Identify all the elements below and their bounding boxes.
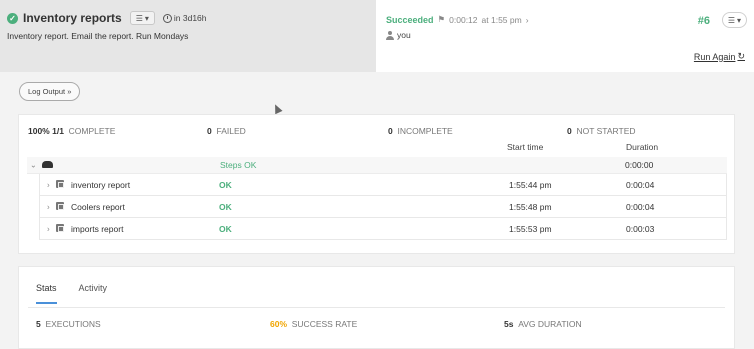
column-duration: Duration <box>626 142 659 152</box>
tab-activity[interactable]: Activity <box>79 283 108 304</box>
step-row[interactable]: › inventory report OK 1:55:44 pm 0:00:04 <box>39 174 727 196</box>
execution-status-row: Succeeded ⚑ 0:00:12 at 1:55 pm › <box>386 14 744 25</box>
clock-icon <box>162 13 172 23</box>
step-name: imports report <box>71 223 124 234</box>
not-started-value: 0 <box>567 126 572 136</box>
chevron-down-icon[interactable]: ⌄ <box>30 161 37 170</box>
log-output-button[interactable]: Log Output » <box>19 82 81 101</box>
refresh-icon: ↻ <box>737 51 745 61</box>
job-icon <box>56 179 64 190</box>
step-start-time: 1:55:48 pm <box>509 201 552 212</box>
success-rate-label: SUCCESS RATE <box>291 319 358 329</box>
node-duration: 0:00:00 <box>625 160 654 170</box>
user-icon <box>386 30 394 40</box>
node-row[interactable]: ⌄ Steps OK 0:00:00 <box>27 157 727 174</box>
job-title-row: ✓ Inventory reports ☰ ▾ in 3d16h <box>7 11 369 25</box>
job-icon <box>56 201 64 212</box>
caret-down-icon: ▾ <box>144 13 149 23</box>
stat-success-rate: 60% SUCCESS RATE <box>270 319 357 329</box>
execution-actions-menu-button[interactable]: ☰ ▾ <box>721 12 747 28</box>
execution-number[interactable]: #6 <box>698 15 710 27</box>
incomplete-label: INCOMPLETE <box>397 126 453 136</box>
execution-duration: 0:00:12 <box>449 14 478 25</box>
next-run: in 3d16h <box>162 13 207 23</box>
job-icon <box>56 223 64 234</box>
execution-steps-card: 100% 1/1 COMPLETE 0 FAILED 0 INCOMPLETE … <box>18 114 735 254</box>
node-status: Steps OK <box>220 160 257 170</box>
chevron-right-icon[interactable]: › <box>526 15 529 25</box>
flag-icon: ⚑ <box>437 14 446 24</box>
step-name: Coolers report <box>71 201 125 212</box>
step-row[interactable]: › imports report OK 1:55:53 pm 0:00:03 <box>39 218 727 240</box>
step-duration: 0:00:04 <box>626 201 655 212</box>
stats-tabs: Stats Activity <box>36 283 107 304</box>
step-status: OK <box>219 223 232 234</box>
executions-value: 5 <box>36 319 41 329</box>
failed-label: FAILED <box>216 126 246 136</box>
job-description: Inventory report. Email the report. Run … <box>7 31 189 41</box>
avg-duration-label: AVG DURATION <box>518 319 582 329</box>
summary-failed: 0 FAILED <box>207 126 246 136</box>
node-icon <box>42 160 53 170</box>
list-menu-icon: ☰ <box>135 13 143 23</box>
step-row[interactable]: › Coolers report OK 1:55:48 pm 0:00:04 <box>39 196 727 218</box>
job-info-panel: ✓ Inventory reports ☰ ▾ in 3d16h Invento… <box>0 0 376 72</box>
not-started-label: NOT STARTED <box>576 126 636 136</box>
step-duration: 0:00:03 <box>626 223 655 234</box>
caret-down-icon: ▾ <box>736 15 741 25</box>
step-duration: 0:00:04 <box>626 179 655 190</box>
tab-divider <box>28 307 725 308</box>
execution-status: Succeeded <box>386 14 434 25</box>
complete-label: COMPLETE <box>68 126 116 136</box>
mouse-cursor <box>271 102 283 115</box>
run-again-link[interactable]: Run Again ↻ <box>694 51 745 62</box>
step-start-time: 1:55:53 pm <box>509 223 552 234</box>
success-rate-value: 60% <box>270 319 288 329</box>
execution-user: you <box>386 30 744 40</box>
steps-table: ⌄ Steps OK 0:00:00 › inventory report OK… <box>27 157 727 240</box>
execution-header: ✓ Inventory reports ☰ ▾ in 3d16h Invento… <box>0 0 754 72</box>
step-start-time: 1:55:44 pm <box>509 179 552 190</box>
next-run-text: in 3d16h <box>173 13 207 23</box>
execution-status-panel: Succeeded ⚑ 0:00:12 at 1:55 pm › you #6 … <box>376 0 754 72</box>
failed-value: 0 <box>207 126 212 136</box>
stat-executions: 5 EXECUTIONS <box>36 319 101 329</box>
check-circle-icon: ✓ <box>7 12 18 24</box>
chevron-right-icon[interactable]: › <box>47 224 50 233</box>
execution-time: at 1:55 pm <box>481 14 522 25</box>
step-status: OK <box>219 201 232 212</box>
summary-not-started: 0 NOT STARTED <box>567 126 636 136</box>
incomplete-value: 0 <box>388 126 393 136</box>
list-menu-icon: ☰ <box>727 15 735 25</box>
execution-user-name: you <box>397 30 411 40</box>
executions-label: EXECUTIONS <box>45 319 101 329</box>
run-again-label: Run Again <box>693 51 736 62</box>
column-start-time: Start time <box>507 142 544 152</box>
job-stats-card: Stats Activity 5 EXECUTIONS 60% SUCCESS … <box>18 266 735 349</box>
summary-complete: 100% 1/1 COMPLETE <box>28 126 115 136</box>
chevron-right-icon[interactable]: › <box>47 202 50 211</box>
job-title[interactable]: Inventory reports <box>23 11 122 25</box>
tab-stats[interactable]: Stats <box>36 283 57 304</box>
summary-incomplete: 0 INCOMPLETE <box>388 126 453 136</box>
step-name: inventory report <box>71 179 131 190</box>
step-status: OK <box>219 179 232 190</box>
chevron-right-icon[interactable]: › <box>47 180 50 189</box>
complete-value: 100% 1/1 <box>28 126 64 136</box>
stat-avg-duration: 5s AVG DURATION <box>504 319 582 329</box>
avg-duration-value: 5s <box>504 319 514 329</box>
job-actions-menu-button[interactable]: ☰ ▾ <box>129 11 155 25</box>
